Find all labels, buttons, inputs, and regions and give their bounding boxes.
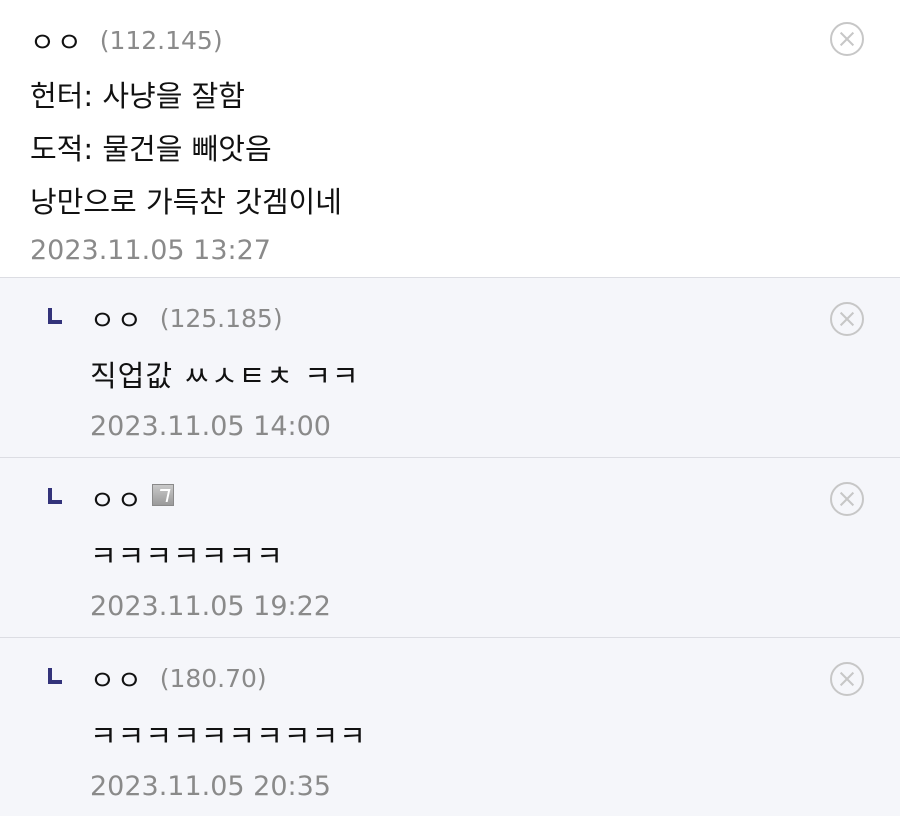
comment-list: ㅇㅇ (112.145) 헌터: 사냥을 잘함 도적: 물건을 빼앗음 낭만으로… (0, 0, 900, 816)
reply-line: ㅋㅋㅋㅋㅋㅋㅋ (90, 539, 284, 573)
comment-header: ㅇㅇ (112.145) (30, 21, 870, 60)
reply-nickname[interactable]: ㅇㅇ (90, 479, 144, 518)
comment-body: 헌터: 사냥을 잘함 도적: 물건을 빼앗음 낭만으로 가득찬 갓겜이네 (30, 70, 870, 229)
reply-arrow-icon (48, 308, 62, 324)
reply-item: ㅇㅇ (125.185) 직업값 ㅆㅅㅌㅊ ㅋㅋ 2023.11.05 14:0… (0, 278, 900, 458)
gallog-icon[interactable] (151, 484, 174, 506)
comment-line: 헌터: 사냥을 잘함 (30, 79, 245, 113)
comment-date: 2023.11.05 13:27 (30, 235, 271, 266)
reply-item: ㅇㅇ ㅋㅋㅋㅋㅋㅋㅋ 2023.11.05 19:22 (0, 458, 900, 638)
reply-date: 2023.11.05 14:00 (90, 411, 331, 442)
reply-arrow-icon (48, 668, 62, 684)
delete-reply-close-icon[interactable] (830, 482, 864, 516)
reply-date: 2023.11.05 19:22 (90, 591, 331, 622)
reply-line: ㅋㅋㅋㅋㅋㅋㅋㅋㅋㅋ (90, 719, 367, 753)
reply-header: ㅇㅇ (125.185) (90, 299, 870, 338)
reply-body: ㅋㅋㅋㅋㅋㅋㅋ (90, 530, 870, 583)
reply-arrow-icon (48, 488, 62, 504)
reply-ip: (125.185) (159, 303, 283, 333)
comment-line: 낭만으로 가득찬 갓겜이네 (30, 185, 342, 219)
comment-nickname[interactable]: ㅇㅇ (30, 21, 84, 60)
delete-reply-close-icon[interactable] (830, 662, 864, 696)
reply-nickname[interactable]: ㅇㅇ (90, 659, 144, 698)
reply-item: ㅇㅇ (180.70) ㅋㅋㅋㅋㅋㅋㅋㅋㅋㅋ 2023.11.05 20:35 (0, 638, 900, 816)
reply-header: ㅇㅇ (90, 479, 870, 518)
delete-reply-close-icon[interactable] (830, 302, 864, 336)
comment-ip: (112.145) (99, 25, 223, 55)
comment-item: ㅇㅇ (112.145) 헌터: 사냥을 잘함 도적: 물건을 빼앗음 낭만으로… (0, 0, 900, 278)
reply-date: 2023.11.05 20:35 (90, 771, 331, 802)
reply-body: 직업값 ㅆㅅㅌㅊ ㅋㅋ (90, 350, 870, 403)
reply-header: ㅇㅇ (180.70) (90, 659, 870, 698)
reply-nickname[interactable]: ㅇㅇ (90, 299, 144, 338)
comment-line: 도적: 물건을 빼앗음 (30, 132, 272, 166)
reply-line: 직업값 ㅆㅅㅌㅊ ㅋㅋ (90, 359, 360, 393)
reply-ip: (180.70) (159, 663, 267, 693)
reply-body: ㅋㅋㅋㅋㅋㅋㅋㅋㅋㅋ (90, 710, 870, 763)
delete-comment-close-icon[interactable] (830, 22, 864, 56)
